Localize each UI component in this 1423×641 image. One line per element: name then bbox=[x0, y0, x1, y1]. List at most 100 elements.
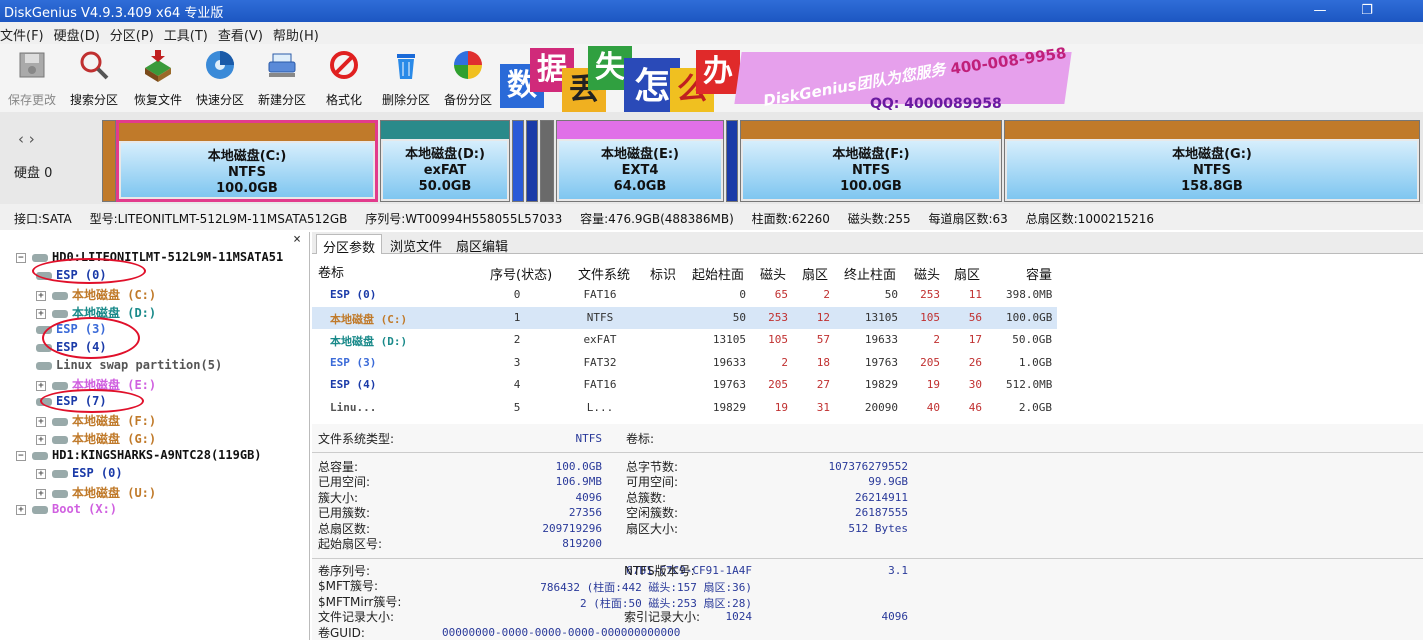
menu-bar: 文件(F) 硬盘(D) 分区(P) 工具(T) 查看(V) 帮助(H) bbox=[0, 22, 1423, 44]
partition-body: 本地磁盘(C:) NTFS 100.0GB bbox=[121, 143, 373, 197]
expand-toggle-icon[interactable]: + bbox=[36, 308, 46, 319]
tab-partition-params[interactable]: 分区参数 bbox=[316, 234, 383, 256]
expand-toggle-icon[interactable]: − bbox=[16, 450, 26, 461]
table-cell: 398.0MB bbox=[1006, 288, 1053, 301]
column-header[interactable]: 容量 bbox=[1026, 264, 1052, 283]
advertisement-banner[interactable]: 数 据 丢 失 怎 么 办 DiskGenius团队为您服务 400-008-9… bbox=[500, 44, 1423, 114]
expand-toggle-icon[interactable]: + bbox=[36, 416, 46, 427]
partition-size: 158.8GB bbox=[1181, 179, 1243, 194]
table-row[interactable]: 本地磁盘 (D:) 2 exFAT 13105 105 57 19633 2 17 50.0GB bbox=[312, 329, 1057, 351]
partition-block-e[interactable]: 本地磁盘(E:) EXT4 64.0GB bbox=[556, 120, 724, 202]
recover-files-button[interactable]: 恢复文件 bbox=[128, 48, 188, 110]
save-changes-button[interactable]: 保存更改 bbox=[2, 48, 62, 110]
table-cell: FAT16 bbox=[583, 378, 617, 392]
menu-partition[interactable]: 分区(P) bbox=[110, 22, 164, 44]
disk-info-bar: 接口:SATA 型号:LITEONITLMT-512L9M-11MSATA512… bbox=[0, 204, 1423, 230]
tree-partition-node[interactable]: + 本地磁盘 (U:) bbox=[36, 484, 156, 502]
tree-node-label: Linux swap partition(5) bbox=[56, 358, 223, 372]
expand-toggle-icon[interactable]: + bbox=[16, 504, 26, 515]
tree-partition-node[interactable]: + 本地磁盘 (C:) bbox=[36, 286, 156, 304]
table-row[interactable]: ESP (3) 3 FAT32 19633 2 18 19763 205 26 1.0GB bbox=[312, 352, 1057, 374]
table-cell: FAT32 bbox=[583, 355, 617, 369]
disk-tree-panel: × − HD0:LITEONITLMT-512L9M-11MSATA51 ESP (… bbox=[0, 232, 310, 640]
table-cell: 17 bbox=[968, 333, 982, 347]
table-cell: 27 bbox=[816, 378, 830, 392]
partition-esp3-block[interactable] bbox=[512, 120, 524, 202]
tree-partition-node[interactable]: + 本地磁盘 (G:) bbox=[36, 430, 156, 448]
minimize-button[interactable]: — bbox=[1305, 3, 1335, 19]
column-header[interactable]: 终止柱面 bbox=[844, 264, 896, 283]
detail-value: 4096 bbox=[575, 490, 603, 504]
detail-value: 26187555 bbox=[855, 506, 908, 520]
tab-browse-files[interactable]: 浏览文件 bbox=[384, 234, 448, 255]
table-cell: 2.0GB bbox=[1018, 401, 1052, 414]
detail-value: 819200 bbox=[562, 537, 602, 550]
detail-label: 卷GUID: bbox=[318, 625, 365, 640]
quick-partition-button[interactable]: 快速分区 bbox=[190, 48, 250, 110]
column-header[interactable]: 扇区 bbox=[802, 264, 828, 283]
tree-partition-node[interactable]: + 本地磁盘 (F:) bbox=[36, 412, 156, 430]
close-icon[interactable]: × bbox=[293, 232, 301, 247]
menu-disk[interactable]: 硬盘(D) bbox=[54, 22, 110, 44]
tree-partition-node[interactable]: + ESP (0) bbox=[36, 466, 123, 484]
tree-disk-node[interactable]: − HD1:KINGSHARKS-A9NTC28(119GB) bbox=[16, 448, 262, 466]
tab-sector-edit[interactable]: 扇区编辑 bbox=[450, 234, 514, 255]
table-cell: 65 bbox=[774, 288, 788, 301]
table-cell: 100.0GB bbox=[1006, 310, 1053, 324]
table-cell: 4 bbox=[513, 378, 521, 392]
disk-nav-arrows[interactable]: ‹ › bbox=[18, 130, 35, 148]
partition-block-c[interactable]: 本地磁盘(C:) NTFS 100.0GB bbox=[116, 120, 378, 202]
expand-toggle-icon[interactable]: + bbox=[36, 290, 46, 301]
column-header[interactable]: 标识 bbox=[650, 264, 676, 283]
column-header[interactable]: 卷标 bbox=[318, 262, 344, 281]
disk-map: ‹ › 硬盘 0 本地磁盘(C:) NTFS 100.0GB 本地磁盘(D:) … bbox=[0, 112, 1423, 204]
expand-toggle-icon[interactable]: + bbox=[36, 380, 46, 391]
partition-block-g[interactable]: 本地磁盘(G:) NTFS 158.8GB bbox=[1004, 120, 1420, 202]
table-cell: 19829 bbox=[712, 401, 746, 414]
table-row[interactable]: ESP (4) 4 FAT16 19763 205 27 19829 19 30 512.0MB bbox=[312, 374, 1057, 396]
restore-button[interactable]: ❐ bbox=[1352, 3, 1382, 19]
partition-esp4-block[interactable] bbox=[526, 120, 538, 202]
partition-esp7-block[interactable] bbox=[726, 120, 738, 202]
partition-swap-block[interactable] bbox=[540, 120, 554, 202]
table-cell: 19633 bbox=[712, 355, 746, 369]
tree-disk-node[interactable]: + Boot (X:) bbox=[16, 502, 117, 520]
disk-icon bbox=[52, 435, 68, 444]
table-row[interactable]: 本地磁盘 (C:) 1 NTFS 50 253 12 13105 105 56 100.0GB bbox=[312, 306, 1057, 329]
format-button[interactable]: 格式化 bbox=[314, 48, 374, 110]
table-cell: 253 bbox=[768, 310, 788, 324]
expand-toggle-icon[interactable]: + bbox=[36, 468, 46, 479]
table-cell: 13105 bbox=[864, 310, 898, 324]
expand-toggle-icon[interactable]: + bbox=[36, 488, 46, 499]
menu-file[interactable]: 文件(F) bbox=[0, 22, 54, 44]
partition-size: 100.0GB bbox=[840, 179, 902, 194]
save-icon bbox=[19, 52, 45, 78]
table-row[interactable]: Linu... 5 L... 19829 19 31 20090 40 46 2.0GB bbox=[312, 397, 1057, 419]
menu-help[interactable]: 帮助(H) bbox=[273, 22, 329, 44]
table-row[interactable]: ESP (0) 0 FAT16 0 65 2 50 253 11 398.0MB bbox=[312, 284, 1057, 306]
expand-toggle-icon[interactable]: + bbox=[36, 434, 46, 445]
partition-block-f[interactable]: 本地磁盘(F:) NTFS 100.0GB bbox=[740, 120, 1002, 202]
table-cell: 2 bbox=[513, 333, 521, 347]
delete-partition-button[interactable]: 删除分区 bbox=[376, 48, 436, 110]
backup-partition-button[interactable]: 备份分区 bbox=[438, 48, 498, 110]
new-partition-button[interactable]: 新建分区 bbox=[252, 48, 312, 110]
column-header[interactable]: 磁头 bbox=[914, 264, 940, 283]
partition-block-d[interactable]: 本地磁盘(D:) exFAT 50.0GB bbox=[380, 120, 510, 202]
column-header[interactable]: 起始柱面 bbox=[692, 264, 744, 283]
disk-icon bbox=[52, 309, 68, 318]
partition-esp0-block[interactable] bbox=[102, 120, 116, 202]
column-header[interactable]: 磁头 bbox=[760, 264, 786, 283]
expand-toggle-icon[interactable]: − bbox=[16, 252, 26, 263]
menu-tools[interactable]: 工具(T) bbox=[164, 22, 218, 44]
menu-view[interactable]: 查看(V) bbox=[218, 22, 273, 44]
column-header[interactable]: 文件系统 bbox=[578, 264, 630, 283]
search-partition-button[interactable]: 搜索分区 bbox=[64, 48, 124, 110]
tree-partition-node[interactable]: Linux swap partition(5) bbox=[36, 358, 222, 376]
tree-node-label: 本地磁盘 (G:) bbox=[72, 432, 157, 446]
table-cell: 12 bbox=[816, 310, 830, 324]
volume-label-cell: ESP (3) bbox=[330, 355, 377, 369]
column-header[interactable]: 序号(状态) bbox=[490, 264, 552, 283]
column-header[interactable]: 扇区 bbox=[954, 264, 980, 283]
table-cell: NTFS bbox=[586, 310, 614, 324]
